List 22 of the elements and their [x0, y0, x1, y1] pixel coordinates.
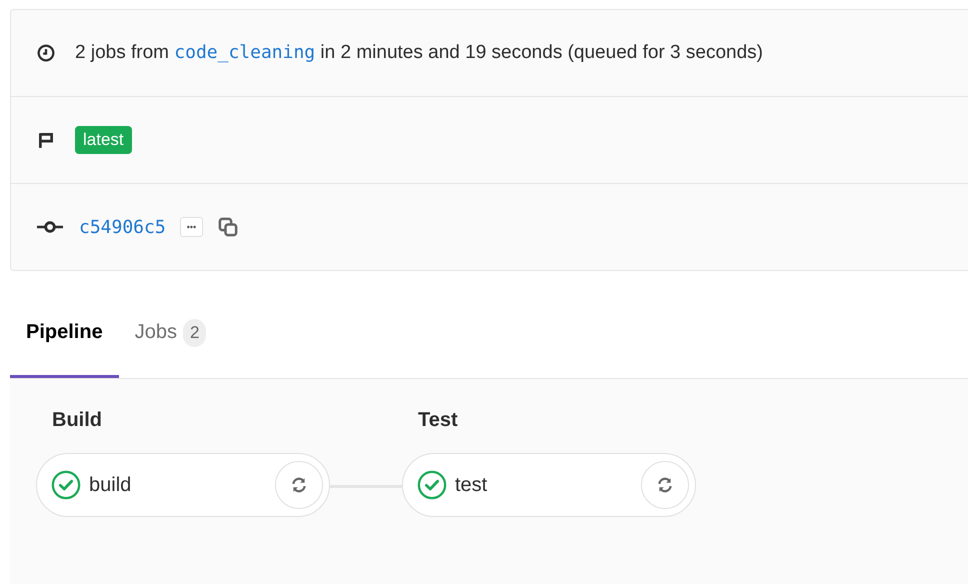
branch-link[interactable]: code_cleaning	[174, 42, 316, 63]
expand-button[interactable]: •••	[180, 217, 204, 237]
job-name: test	[455, 474, 488, 496]
retry-button[interactable]	[641, 461, 689, 509]
job-pill[interactable]: build	[36, 453, 330, 517]
stage-title: Test	[417, 409, 459, 433]
retry-icon	[656, 476, 674, 494]
retry-icon	[290, 476, 308, 494]
copy-icon[interactable]	[217, 217, 240, 237]
retry-button[interactable]	[275, 461, 323, 509]
pipeline-summary: 2 jobs from code_cleaning in 2 minutes and 19 seconds (queued for 3 seconds)	[75, 42, 763, 64]
tab[interactable]: Jobs 2	[118, 290, 222, 378]
tab-label: Jobs	[134, 321, 177, 344]
count-badge: 2	[182, 318, 206, 346]
tab-label: Pipeline	[26, 321, 103, 344]
tag-badge: latest	[75, 126, 132, 154]
stage-title: Build	[51, 409, 103, 433]
clock-icon	[37, 44, 55, 62]
commit-sha-link[interactable]: c54906c5	[79, 216, 166, 238]
flag-icon	[37, 131, 55, 149]
job-name: build	[89, 474, 132, 496]
job-pill[interactable]: test	[402, 453, 696, 517]
